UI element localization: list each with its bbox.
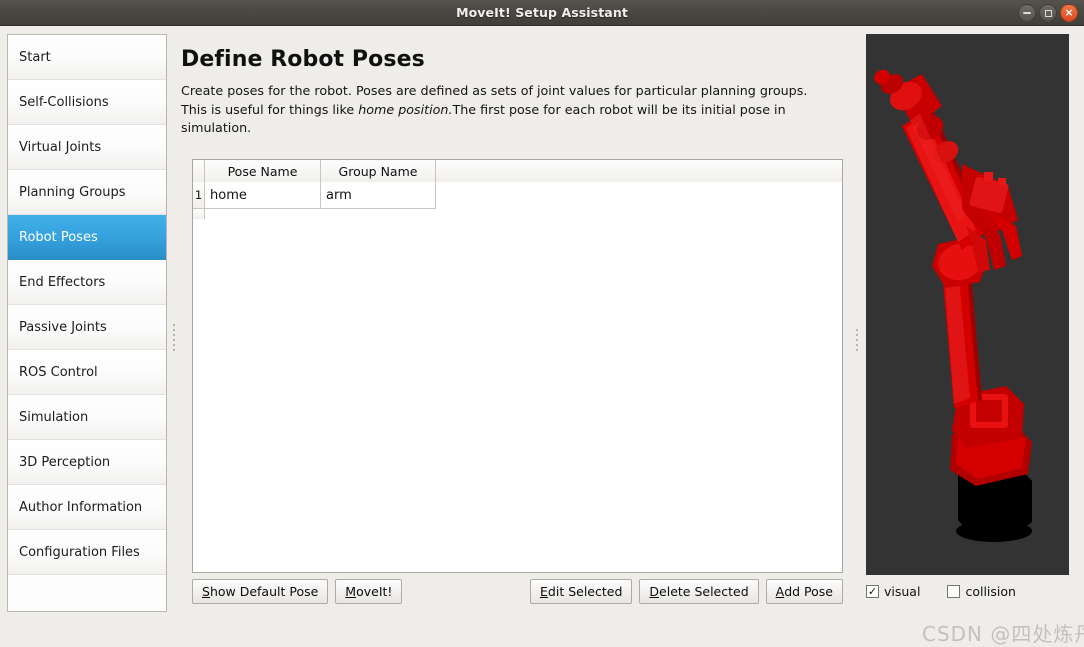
robot-3d-viewport[interactable]	[866, 34, 1069, 575]
sidebar-item-simulation[interactable]: Simulation	[8, 395, 166, 440]
left-splitter-handle[interactable]	[168, 307, 179, 367]
visual-checkbox-group[interactable]: ✓ visual	[866, 584, 920, 599]
button-label-rest: oveIt!	[356, 584, 393, 599]
sidebar-item-ros-control[interactable]: ROS Control	[8, 350, 166, 395]
accel-key: D	[649, 584, 660, 599]
moveit-button[interactable]: MoveIt!	[335, 579, 403, 604]
table-header-row: Pose Name Group Name	[193, 160, 842, 182]
visual-checkbox-label: visual	[884, 583, 921, 599]
row-number-blank	[193, 209, 205, 219]
minimize-icon	[1023, 12, 1031, 14]
table-empty-row	[193, 209, 842, 219]
collision-checkbox-group[interactable]: ✓ collision	[947, 584, 1016, 599]
sidebar-item-label: 3D Perception	[19, 454, 111, 470]
page-title: Define Robot Poses	[181, 47, 425, 72]
csdn-watermark: CSDN @四处炼丹	[922, 622, 1084, 646]
sidebar-item-passive-joints[interactable]: Passive Joints	[8, 305, 166, 350]
edit-selected-button[interactable]: Edit Selected	[530, 579, 633, 604]
page-description: Create poses for the robot. Poses are de…	[181, 82, 836, 138]
sidebar-item-configuration-files[interactable]: Configuration Files	[8, 530, 166, 575]
robot-poses-table[interactable]: Pose Name Group Name 1 home arm	[192, 159, 843, 573]
button-label-rest: elete Selected	[659, 584, 749, 599]
sidebar-item-virtual-joints[interactable]: Virtual Joints	[8, 125, 166, 170]
collision-checkbox[interactable]: ✓	[947, 584, 961, 598]
table-corner-header	[193, 160, 205, 182]
sidebar-item-end-effectors[interactable]: End Effectors	[8, 260, 166, 305]
collision-checkbox-label: collision	[965, 583, 1016, 599]
sidebar-item-label: Configuration Files	[19, 544, 140, 560]
button-label-rest: dit Selected	[547, 584, 623, 599]
sidebar-item-author-information[interactable]: Author Information	[8, 485, 166, 530]
window-title: MoveIt! Setup Assistant	[456, 5, 628, 20]
maximize-icon	[1044, 9, 1052, 17]
accel-key: S	[202, 584, 210, 599]
sidebar-item-label: Robot Poses	[19, 229, 98, 245]
robot-arm-render	[874, 69, 1032, 542]
splitter-dots-icon	[855, 328, 858, 351]
add-pose-button[interactable]: Add Pose	[765, 579, 843, 604]
sidebar-item-label: Planning Groups	[19, 184, 126, 200]
accel-key: M	[345, 584, 357, 599]
accel-key: E	[540, 584, 548, 599]
sidebar-item-self-collisions[interactable]: Self-Collisions	[8, 80, 166, 125]
button-label-rest: dd Pose	[784, 584, 833, 599]
sidebar-item-label: Author Information	[19, 499, 143, 515]
window-controls: ×	[1018, 0, 1078, 26]
window-titlebar: MoveIt! Setup Assistant ×	[0, 0, 1084, 26]
visual-checkbox[interactable]: ✓	[866, 584, 879, 598]
action-button-row: Show Default Pose MoveIt! Edit Selected …	[192, 579, 843, 604]
table-row[interactable]: 1 home arm	[193, 182, 842, 209]
robot-viewport-pane: ✓ visual ✓ collision	[866, 34, 1077, 612]
workspace: Start Self-Collisions Virtual Joints Pla…	[0, 27, 1084, 646]
sidebar-item-start[interactable]: Start	[8, 35, 166, 80]
main-content-pane: Define Robot Poses Create poses for the …	[181, 34, 843, 612]
sidebar-item-label: Virtual Joints	[19, 139, 102, 155]
row-number: 1	[193, 182, 205, 209]
show-default-pose-button[interactable]: Show Default Pose	[192, 579, 329, 604]
sidebar-item-planning-groups[interactable]: Planning Groups	[8, 170, 166, 215]
close-icon: ×	[1064, 6, 1074, 19]
close-button[interactable]: ×	[1060, 4, 1078, 22]
splitter-dots-icon	[172, 323, 175, 351]
sidebar-item-3d-perception[interactable]: 3D Perception	[8, 440, 166, 485]
sidebar-item-label: Simulation	[19, 409, 89, 425]
sidebar-item-robot-poses[interactable]: Robot Poses	[8, 215, 166, 260]
accel-key: A	[775, 584, 785, 599]
sidebar-item-label: Passive Joints	[19, 319, 107, 335]
delete-selected-button[interactable]: Delete Selected	[639, 579, 759, 604]
column-header-group-name[interactable]: Group Name	[321, 160, 436, 182]
maximize-button[interactable]	[1039, 4, 1057, 22]
viewport-display-options: ✓ visual ✓ collision	[866, 580, 1077, 602]
cell-pose-name[interactable]: home	[205, 182, 321, 209]
sidebar-item-label: End Effectors	[19, 274, 106, 290]
sidebar-item-label: ROS Control	[19, 364, 98, 380]
right-splitter-handle[interactable]	[851, 312, 862, 367]
button-label-rest: how Default Pose	[209, 584, 319, 599]
minimize-button[interactable]	[1018, 4, 1036, 22]
cell-group-name[interactable]: arm	[321, 182, 436, 209]
description-emphasis: home position.	[358, 101, 453, 117]
column-header-filler	[436, 160, 842, 182]
sidebar-navigation: Start Self-Collisions Virtual Joints Pla…	[7, 34, 167, 612]
sidebar-item-label: Start	[19, 49, 51, 65]
column-header-pose-name[interactable]: Pose Name	[205, 160, 321, 182]
sidebar-item-label: Self-Collisions	[19, 94, 109, 110]
